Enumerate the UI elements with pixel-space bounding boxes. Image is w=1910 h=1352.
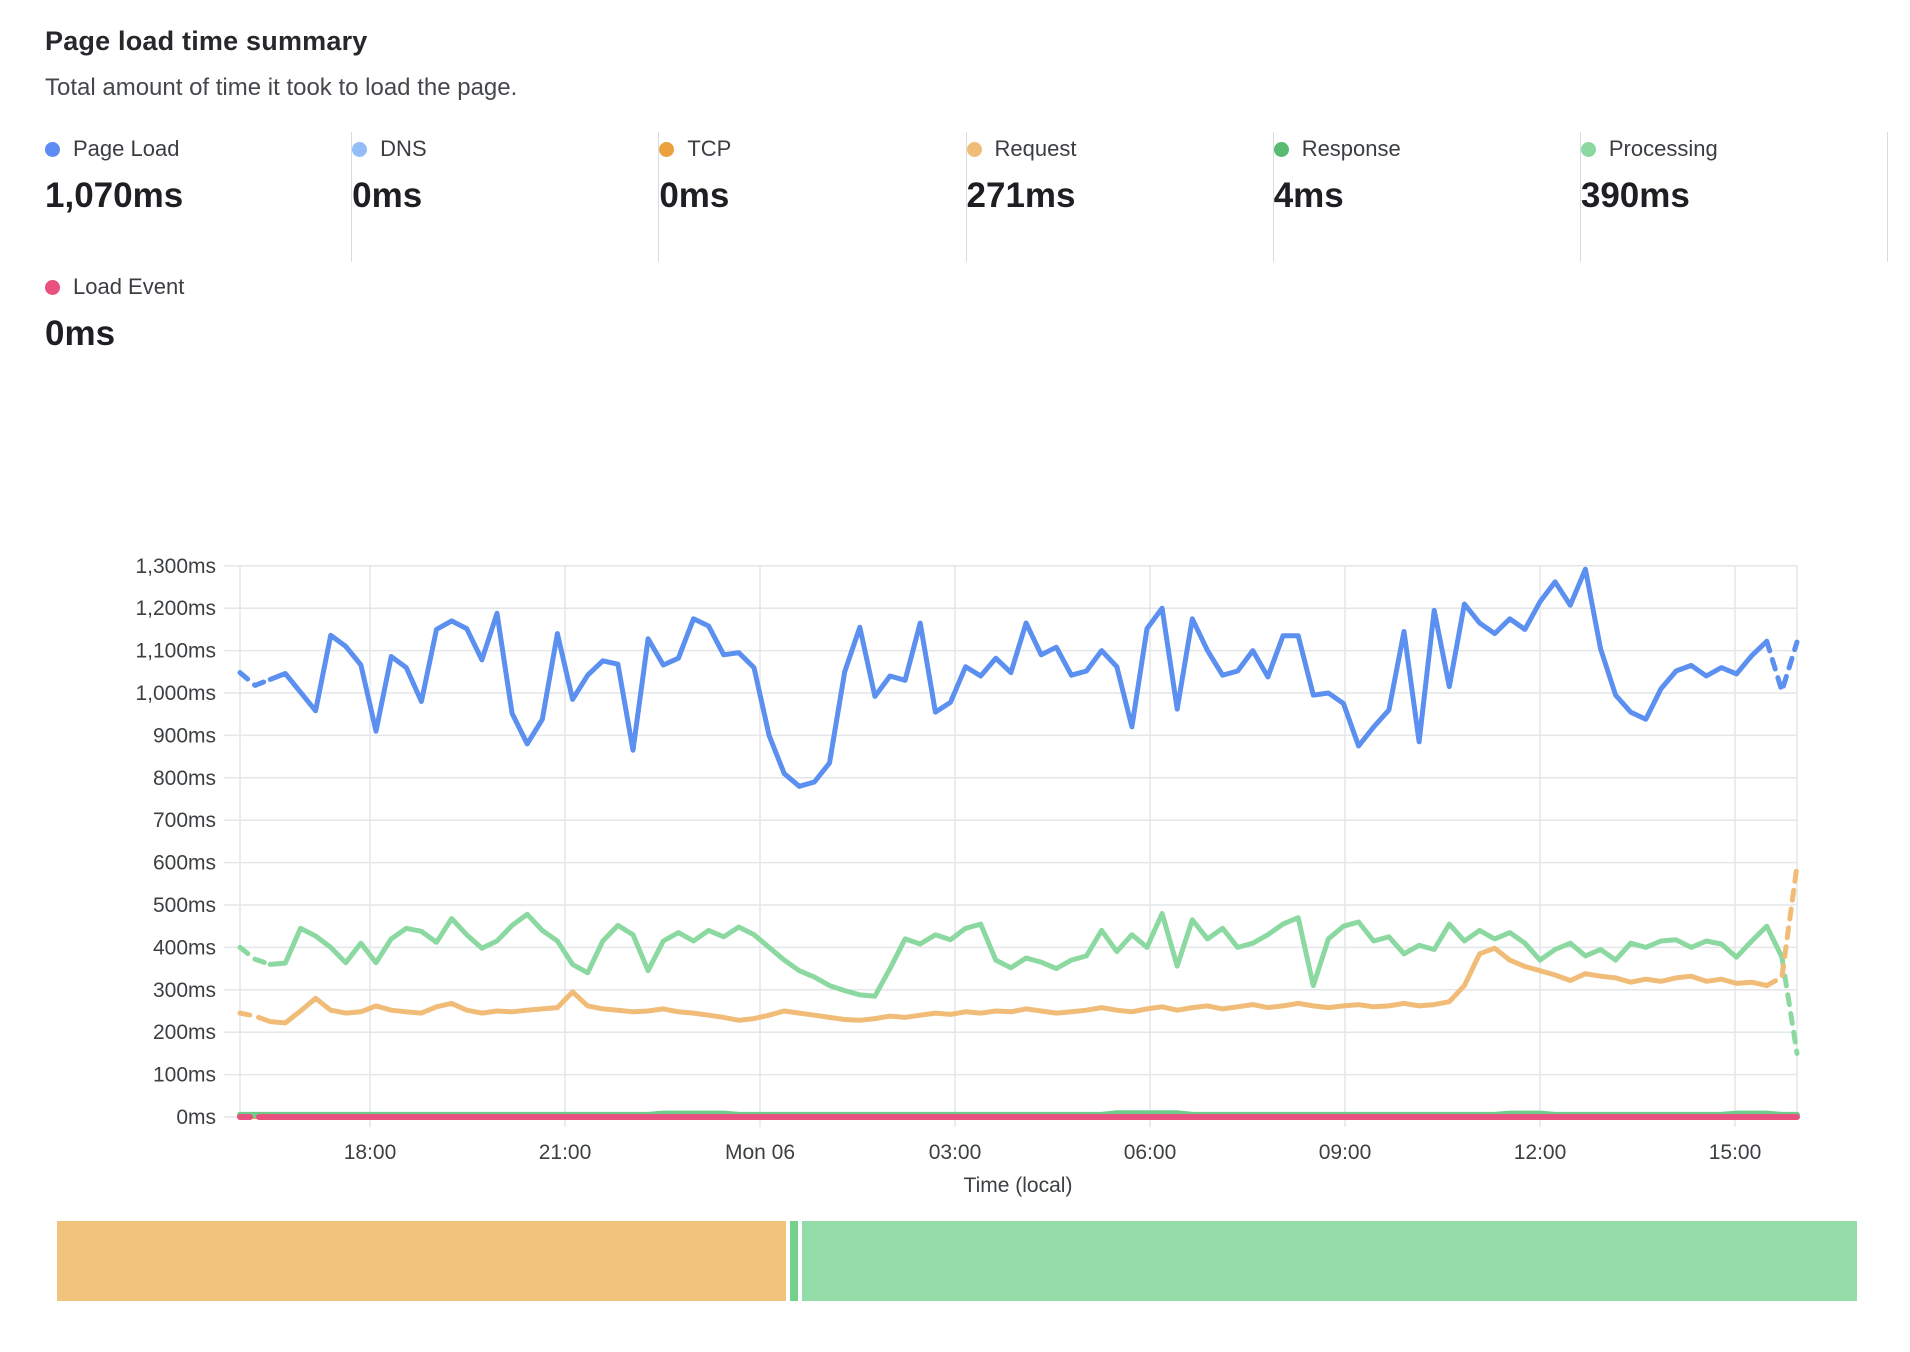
legend-item-processing[interactable]: Processing 390ms xyxy=(1581,132,1888,262)
series-line-request-dashed xyxy=(240,1013,270,1022)
legend-label: Processing xyxy=(1609,136,1718,162)
x-tick-label: 09:00 xyxy=(1319,1141,1372,1164)
legend-value: 271ms xyxy=(967,176,1273,216)
x-tick-label: 21:00 xyxy=(539,1141,592,1164)
y-tick-label: 0ms xyxy=(176,1106,216,1129)
y-tick-label: 800ms xyxy=(153,767,216,790)
y-tick-label: 600ms xyxy=(153,852,216,875)
legend-item-response[interactable]: Response 4ms xyxy=(1274,132,1581,262)
y-tick-label: 500ms xyxy=(153,894,216,917)
page-title: Page load time summary xyxy=(45,26,1910,57)
request-dot-icon xyxy=(967,142,982,157)
x-tick-label: Mon 06 xyxy=(725,1141,795,1164)
x-tick-label: 15:00 xyxy=(1709,1141,1762,1164)
legend-item-dns[interactable]: DNS 0ms xyxy=(352,132,659,262)
legend-value: 1,070ms xyxy=(45,176,351,216)
y-tick-label: 1,100ms xyxy=(135,640,216,663)
load-event-dot-icon xyxy=(45,280,60,295)
x-axis-title: Time (local) xyxy=(964,1174,1073,1197)
y-tick-label: 100ms xyxy=(153,1064,216,1087)
x-tick-label: 18:00 xyxy=(344,1141,397,1164)
y-tick-label: 400ms xyxy=(153,936,216,959)
series-line-request-dashed xyxy=(1767,866,1797,986)
legend-item-load-event[interactable]: Load Event 0ms xyxy=(45,270,1910,354)
legend-label: Load Event xyxy=(73,274,184,300)
page-load-dot-icon xyxy=(45,142,60,157)
legend-value: 0ms xyxy=(45,314,1910,354)
y-tick-label: 1,200ms xyxy=(135,597,216,620)
x-tick-label: 12:00 xyxy=(1514,1141,1567,1164)
legend-label: DNS xyxy=(380,136,426,162)
legend-label: Response xyxy=(1302,136,1401,162)
legend-value: 390ms xyxy=(1581,176,1887,216)
series-line-page-load-dashed xyxy=(1767,641,1797,691)
legend-value: 0ms xyxy=(659,176,965,216)
legend-row-1: Page Load 1,070ms DNS 0ms TCP 0ms Reques… xyxy=(45,132,1888,262)
tcp-dot-icon xyxy=(659,142,674,157)
legend-value: 0ms xyxy=(352,176,658,216)
series-line-page-load-dashed xyxy=(240,673,270,686)
x-tick-label: 06:00 xyxy=(1124,1141,1177,1164)
y-tick-label: 1,000ms xyxy=(135,682,216,705)
processing-share[interactable] xyxy=(802,1221,1857,1301)
series-line-processing-dashed xyxy=(240,947,270,964)
response-dot-icon xyxy=(1274,142,1289,157)
legend-item-page-load[interactable]: Page Load 1,070ms xyxy=(45,132,352,262)
y-tick-label: 1,300ms xyxy=(135,555,216,578)
legend-item-request[interactable]: Request 271ms xyxy=(967,132,1274,262)
legend-value: 4ms xyxy=(1274,176,1580,216)
dns-dot-icon xyxy=(352,142,367,157)
page-subtitle: Total amount of time it took to load the… xyxy=(45,74,1910,102)
timing-breakdown-bar[interactable] xyxy=(0,1221,1910,1301)
legend-row-2: Load Event 0ms xyxy=(45,270,1910,354)
legend-label: Page Load xyxy=(73,136,179,162)
legend-label: TCP xyxy=(687,136,731,162)
series-line-processing xyxy=(270,914,1782,997)
legend-label: Request xyxy=(995,136,1077,162)
y-tick-label: 900ms xyxy=(153,724,216,747)
request-share[interactable] xyxy=(57,1221,786,1301)
x-tick-label: 03:00 xyxy=(929,1141,982,1164)
y-tick-label: 300ms xyxy=(153,979,216,1002)
y-tick-label: 700ms xyxy=(153,809,216,832)
y-tick-label: 200ms xyxy=(153,1021,216,1044)
page-load-time-chart[interactable]: 0ms 100ms 200ms 300ms 400ms 500ms 600ms 700ms 80… xyxy=(0,420,1910,1220)
chart-header: Page load time summary Total amount of t… xyxy=(0,0,1910,102)
response-share[interactable] xyxy=(790,1221,798,1301)
processing-dot-icon xyxy=(1581,142,1596,157)
legend-item-tcp[interactable]: TCP 0ms xyxy=(659,132,966,262)
series-line-page-load xyxy=(270,569,1767,786)
line-chart-canvas[interactable]: 0ms 100ms 200ms 300ms 400ms 500ms 600ms 700ms 80… xyxy=(0,420,1910,1220)
